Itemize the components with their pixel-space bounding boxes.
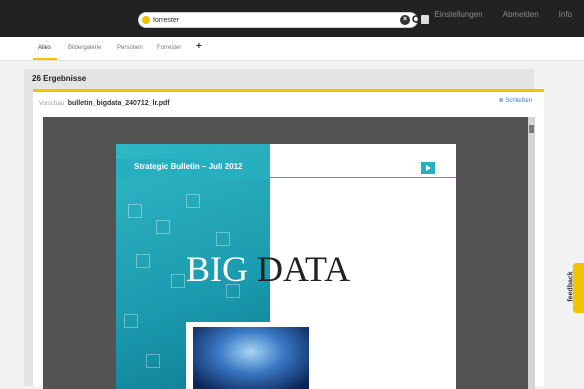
pdf-viewer[interactable]: Strategic Bulletin – Juli 2012 BIG DATA xyxy=(43,117,535,389)
results-count: 26 Ergebnisse xyxy=(32,74,87,83)
preview-filename: bulletin_bigdata_240712_lr.pdf xyxy=(67,100,170,107)
einstellungen-link[interactable]: Einstellungen xyxy=(435,10,483,19)
search-input[interactable] xyxy=(153,13,383,27)
cover-header-text: Strategic Bulletin – Juli 2012 xyxy=(134,162,243,171)
top-links: Einstellungen Abmelden Info xyxy=(435,10,572,19)
clear-icon[interactable]: × xyxy=(400,15,410,25)
feedback-label: feedback xyxy=(567,271,575,302)
scrollbar-thumb[interactable] xyxy=(529,125,534,133)
top-navigation-bar: × Einstellungen Abmelden Info xyxy=(0,0,584,37)
preview-panel: Vorschau bulletin_bigdata_240712_lr.pdf … xyxy=(33,89,544,389)
tab-forrester[interactable]: Forrester xyxy=(157,45,181,51)
feedback-tab[interactable]: feedback xyxy=(568,263,584,313)
tab-bar: Alles Bildergalerie Personen Forrester + xyxy=(0,37,584,61)
preview-header: Vorschau bulletin_bigdata_240712_lr.pdf xyxy=(39,100,170,107)
cover-image xyxy=(186,322,316,389)
tab-personen[interactable]: Personen xyxy=(117,45,143,51)
tab-bildergalerie[interactable]: Bildergalerie xyxy=(68,45,101,51)
cover-title: BIG DATA xyxy=(186,249,351,289)
close-preview-button[interactable]: ⊗ Schließen xyxy=(499,97,532,104)
active-tab-indicator xyxy=(33,58,57,60)
preview-label: Vorschau xyxy=(39,101,65,107)
search-box: × xyxy=(138,12,422,28)
search-scope-icon[interactable] xyxy=(142,16,150,24)
tab-alles[interactable]: Alles xyxy=(38,45,51,51)
info-link[interactable]: Info xyxy=(559,10,572,19)
viewer-scrollbar[interactable] xyxy=(528,117,535,389)
play-icon xyxy=(421,162,435,174)
document-icon[interactable] xyxy=(421,15,429,24)
globe-image xyxy=(193,327,309,389)
add-tab-button[interactable]: + xyxy=(196,41,202,52)
abmelden-link[interactable]: Abmelden xyxy=(503,10,539,19)
pdf-page: Strategic Bulletin – Juli 2012 BIG DATA xyxy=(116,144,456,389)
